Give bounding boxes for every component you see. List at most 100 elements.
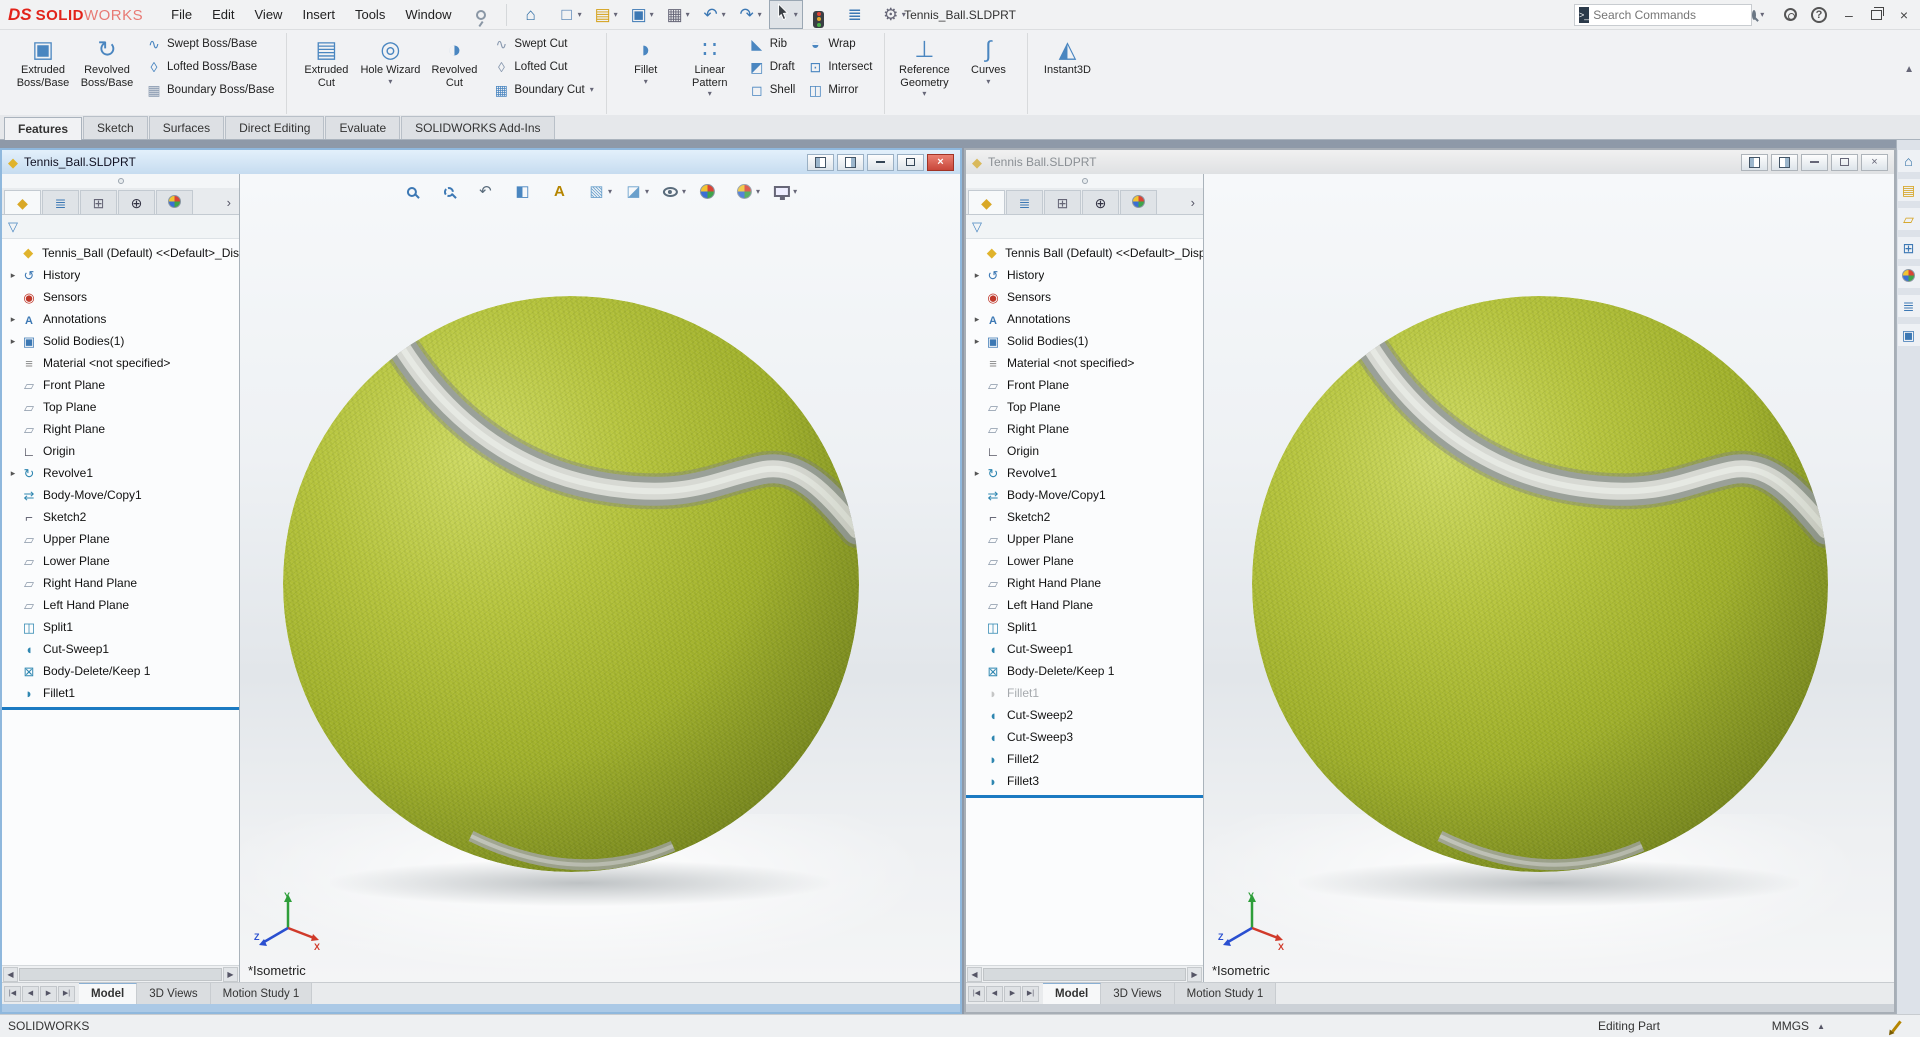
ribbon-button[interactable]: ◩ Draft (745, 56, 800, 77)
close-button[interactable]: × (1896, 7, 1912, 23)
tree-item[interactable]: ▸ ⌐ Sketch2 (966, 506, 1203, 528)
window-minimize-button[interactable] (1801, 154, 1828, 171)
tree-item[interactable]: ▸ ▱ Right Hand Plane (966, 572, 1203, 594)
manager-tab[interactable]: ⊕ (1082, 190, 1119, 214)
tree-item[interactable]: ▸ ≡ Material <not specified> (966, 352, 1203, 374)
document-tab[interactable]: 3D Views (137, 983, 210, 1004)
quick-access-button[interactable]: ≣ ▾ (841, 2, 875, 28)
tree-item[interactable]: ▸ ▱ Lower Plane (966, 550, 1203, 572)
manager-tab[interactable]: ⊕ (118, 190, 155, 214)
dropdown-caret-icon[interactable]: ▾ (793, 187, 797, 196)
window-close-button[interactable]: × (1861, 154, 1888, 171)
ribbon-button[interactable]: ∷ Linear Pattern ▾ (679, 33, 741, 100)
ribbon-button[interactable]: ∫ Curves ▾ (957, 33, 1019, 100)
tree-item[interactable]: ▸ ▱ Left Hand Plane (966, 594, 1203, 616)
rollback-bar[interactable] (966, 795, 1203, 798)
filter-funnel-icon[interactable]: ▽ (8, 219, 18, 235)
tree-horizontal-scrollbar[interactable]: ◀ ▶ (2, 965, 239, 982)
tab-nav-button[interactable]: ▶| (58, 986, 75, 1002)
ribbon-button[interactable]: ◣ Rib (745, 33, 800, 54)
quick-access-button[interactable]: ▦ ▾ (661, 2, 695, 28)
document-tab[interactable]: Motion Study 1 (211, 983, 313, 1004)
task-pane-button[interactable]: ⊞ (1898, 237, 1920, 259)
manager-tab[interactable]: ≣ (1006, 190, 1043, 214)
dropdown-caret-icon[interactable]: ▾ (614, 10, 618, 19)
quick-access-button[interactable]: ⌂ ▾ (517, 2, 551, 28)
minimize-button[interactable]: – (1841, 7, 1857, 23)
tree-item[interactable]: ▸ ◖ Cut-Sweep3 (966, 726, 1203, 748)
tree-item[interactable]: ▸ ▱ Front Plane (966, 374, 1203, 396)
search-input[interactable] (1593, 8, 1748, 22)
tile-right-icon[interactable] (1771, 154, 1798, 171)
tree-item[interactable]: ▸ ↻ Revolve1 (2, 462, 239, 484)
manager-tab[interactable]: ⊞ (80, 190, 117, 214)
dropdown-caret-icon[interactable]: ▾ (922, 89, 926, 98)
scroll-right-icon[interactable]: ▶ (223, 967, 238, 982)
tree-item[interactable]: ▸ ↺ History (966, 264, 1203, 286)
command-tab[interactable]: SOLIDWORKS Add-Ins (401, 116, 554, 139)
expand-arrow-icon[interactable]: ▸ (970, 468, 984, 479)
tree-root-item[interactable]: ◆ Tennis Ball (Default) <<Default>_Displ… (966, 242, 1203, 264)
user-account-icon[interactable] (1784, 8, 1797, 21)
task-pane-button[interactable]: ⌂ (1898, 150, 1920, 172)
tab-nav-button[interactable]: ▶ (1004, 986, 1021, 1002)
graphics-viewport[interactable]: Y X Z *Isometric (1204, 174, 1894, 982)
view-tool-button[interactable]: ▾ (694, 180, 728, 203)
tile-left-icon[interactable] (807, 154, 834, 171)
ribbon-button[interactable]: ▣ Extruded Boss/Base ▾ (12, 33, 74, 100)
dropdown-caret-icon[interactable]: ▾ (686, 10, 690, 19)
tree-item[interactable]: ▸ ◉ Sensors (2, 286, 239, 308)
tree-item[interactable]: ▸ ▱ Top Plane (966, 396, 1203, 418)
tab-nav-button[interactable]: |◀ (968, 986, 985, 1002)
manager-tab[interactable]: ◆ (4, 190, 41, 214)
manager-tab[interactable]: ≣ (42, 190, 79, 214)
tree-item[interactable]: ▸ ⊠ Body-Delete/Keep 1 (966, 660, 1203, 682)
command-tab[interactable]: Direct Editing (225, 116, 324, 139)
quick-access-button[interactable]: ↷ ▾ (733, 2, 767, 28)
tree-item[interactable]: ▸ ▱ Upper Plane (966, 528, 1203, 550)
expand-arrow-icon[interactable]: ▸ (6, 270, 20, 281)
tree-item[interactable]: ▸ ◉ Sensors (966, 286, 1203, 308)
tennis-ball-model[interactable] (1252, 296, 1828, 872)
tree-item[interactable]: ▸ ▱ Lower Plane (2, 550, 239, 572)
ribbon-button[interactable]: ◎ Hole Wizard ▾ (359, 33, 421, 100)
tree-item[interactable]: ▸ ◫ Split1 (966, 616, 1203, 638)
splitter-dot-icon[interactable] (1082, 178, 1088, 184)
view-tool-button[interactable]: ▾ (435, 183, 469, 201)
menu-item[interactable]: Insert (292, 3, 345, 26)
rollback-bar[interactable] (2, 707, 239, 710)
expand-arrow-icon[interactable]: ▸ (6, 468, 20, 479)
search-icon[interactable] (1752, 10, 1756, 20)
command-tab[interactable]: Surfaces (149, 116, 224, 139)
tree-item[interactable]: ▸ ◗ Fillet1 (966, 682, 1203, 704)
tree-item[interactable]: ▸ ◗ Fillet2 (966, 748, 1203, 770)
dropdown-caret-icon[interactable]: ▾ (682, 187, 686, 196)
dropdown-caret-icon[interactable]: ▾ (758, 10, 762, 19)
ribbon-button[interactable]: ∿ Swept Cut ▾ (489, 33, 597, 54)
tree-item[interactable]: ▸ ◖ Cut-Sweep1 (966, 638, 1203, 660)
tree-item[interactable]: ▸ ▱ Upper Plane (2, 528, 239, 550)
tree-item[interactable]: ▸ ≡ Material <not specified> (2, 352, 239, 374)
view-tool-button[interactable]: ▾ (768, 182, 802, 201)
ribbon-button[interactable]: ◗ Fillet ▾ (615, 33, 677, 100)
ribbon-button[interactable]: ∿ Swept Boss/Base (142, 33, 278, 54)
dropdown-caret-icon[interactable]: ▾ (578, 10, 582, 19)
window-restore-button[interactable] (897, 154, 924, 171)
command-tab[interactable]: Features (4, 117, 82, 140)
view-tool-button[interactable]: ▾ (657, 183, 691, 201)
window-titlebar[interactable]: ◆ Tennis Ball.SLDPRT × (966, 150, 1894, 174)
manager-tabs-expand-icon[interactable]: › (1185, 190, 1201, 214)
menu-item[interactable]: Window (395, 3, 461, 26)
task-pane-button[interactable]: ▱ (1898, 208, 1920, 230)
tree-item[interactable]: ▸ A Annotations (966, 308, 1203, 330)
expand-arrow-icon[interactable]: ▸ (6, 314, 20, 325)
pin-icon[interactable] (476, 10, 486, 20)
document-tab[interactable]: Motion Study 1 (1175, 983, 1277, 1004)
tree-item[interactable]: ▸ ⌐ Sketch2 (2, 506, 239, 528)
dropdown-caret-icon[interactable]: ▾ (986, 77, 990, 86)
scrollbar-thumb[interactable] (19, 968, 222, 981)
tree-item[interactable]: ▸ ▱ Left Hand Plane (2, 594, 239, 616)
view-tool-button[interactable]: ▾ (731, 180, 765, 203)
tree-item[interactable]: ▸ ▱ Right Plane (966, 418, 1203, 440)
dropdown-caret-icon[interactable]: ▾ (650, 10, 654, 19)
